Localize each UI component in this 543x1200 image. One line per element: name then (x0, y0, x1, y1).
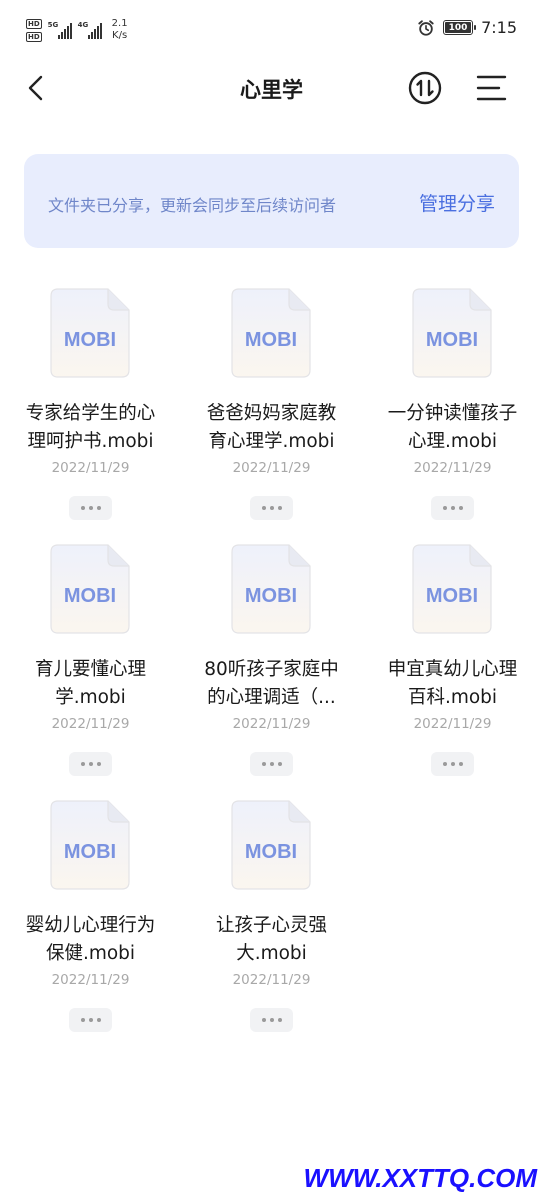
file-name: 婴幼儿心理行为 保健.mobi (6, 912, 175, 968)
file-type-label: MOBI (64, 841, 116, 863)
dot-icon (277, 1018, 282, 1022)
more-options-button[interactable] (431, 752, 474, 776)
mobi-file-icon: MOBI (231, 288, 311, 378)
file-date: 2022/11/29 (51, 460, 130, 476)
dot-icon (269, 506, 274, 510)
dot-icon (88, 762, 93, 766)
file-name-line1: 让孩子心灵强 (215, 915, 327, 936)
file-name: 专家给学生的心 理呵护书.mobi (6, 400, 175, 456)
file-date: 2022/11/29 (232, 972, 311, 988)
file-name-line2: 大.mobi (236, 943, 307, 964)
dot-icon (261, 762, 266, 766)
more-options-button[interactable] (69, 1008, 112, 1032)
more-options-button[interactable] (250, 752, 293, 776)
dot-icon (277, 506, 282, 510)
dot-icon (96, 1018, 101, 1022)
dot-icon (80, 506, 85, 510)
file-name-line2: 学.mobi (55, 687, 126, 708)
file-name-line2: 心理.mobi (407, 431, 498, 452)
file-date: 2022/11/29 (51, 972, 130, 988)
file-type-label: MOBI (245, 329, 297, 351)
mobi-file-icon: MOBI (412, 544, 492, 634)
mobi-file-icon: MOBI (231, 800, 311, 890)
dot-icon (261, 506, 266, 510)
dot-icon (269, 762, 274, 766)
file-card[interactable]: MOBI 爸爸妈妈家庭教 育心理学.mobi 2022/11/29 (181, 288, 362, 544)
dot-icon (442, 762, 447, 766)
file-card[interactable]: MOBI 育儿要懂心理 学.mobi 2022/11/29 (0, 544, 181, 800)
file-name-line2: 的心理调适（... (207, 687, 336, 708)
file-name: 让孩子心灵强 大.mobi (187, 912, 356, 968)
file-name: 爸爸妈妈家庭教 育心理学.mobi (187, 400, 356, 456)
dot-icon (96, 762, 101, 766)
dot-icon (458, 506, 463, 510)
more-options-button[interactable] (250, 496, 293, 520)
dot-icon (277, 762, 282, 766)
file-type-label: MOBI (64, 585, 116, 607)
dot-icon (96, 506, 101, 510)
file-name-line2: 育心理学.mobi (208, 431, 335, 452)
dot-icon (80, 1018, 85, 1022)
file-card[interactable]: MOBI 申宜真幼儿心理 百科.mobi 2022/11/29 (362, 544, 543, 800)
dot-icon (450, 506, 455, 510)
file-date: 2022/11/29 (232, 716, 311, 732)
dot-icon (442, 506, 447, 510)
file-type-label: MOBI (64, 329, 116, 351)
file-name-line1: 育儿要懂心理 (34, 659, 146, 680)
more-options-button[interactable] (69, 752, 112, 776)
more-options-button[interactable] (250, 1008, 293, 1032)
file-name: 80听孩子家庭中 的心理调适（... (187, 656, 356, 712)
file-card[interactable]: MOBI 一分钟读懂孩子 心理.mobi 2022/11/29 (362, 288, 543, 544)
file-name-line2: 理呵护书.mobi (27, 431, 154, 452)
dot-icon (80, 762, 85, 766)
file-name-line1: 爸爸妈妈家庭教 (206, 403, 337, 424)
more-options-button[interactable] (431, 496, 474, 520)
mobi-file-icon: MOBI (50, 544, 130, 634)
file-type-label: MOBI (245, 841, 297, 863)
file-date: 2022/11/29 (51, 716, 130, 732)
dot-icon (450, 762, 455, 766)
file-name-line1: 一分钟读懂孩子 (387, 403, 518, 424)
dot-icon (269, 1018, 274, 1022)
file-type-label: MOBI (426, 329, 478, 351)
file-card[interactable]: MOBI 专家给学生的心 理呵护书.mobi 2022/11/29 (0, 288, 181, 544)
more-options-button[interactable] (69, 496, 112, 520)
file-name-line1: 80听孩子家庭中 (204, 659, 339, 680)
dot-icon (88, 1018, 93, 1022)
file-name-line2: 保健.mobi (45, 943, 136, 964)
dot-icon (261, 1018, 266, 1022)
file-name-line2: 百科.mobi (407, 687, 498, 708)
dot-icon (458, 762, 463, 766)
file-name-line1: 婴幼儿心理行为 (25, 915, 156, 936)
file-name-line1: 专家给学生的心 (25, 403, 156, 424)
dot-icon (88, 506, 93, 510)
file-type-label: MOBI (426, 585, 478, 607)
file-date: 2022/11/29 (413, 460, 492, 476)
mobi-file-icon: MOBI (50, 288, 130, 378)
watermark: WWW.XXTTQ.COM (303, 1163, 537, 1193)
file-date: 2022/11/29 (232, 460, 311, 476)
mobi-file-icon: MOBI (412, 288, 492, 378)
mobi-file-icon: MOBI (231, 544, 311, 634)
file-card[interactable]: MOBI 婴幼儿心理行为 保健.mobi 2022/11/29 (0, 800, 181, 1056)
file-card[interactable]: MOBI 让孩子心灵强 大.mobi 2022/11/29 (181, 800, 362, 1056)
file-grid: MOBI 专家给学生的心 理呵护书.mobi 2022/11/29 MOBI 爸爸妈妈家庭… (0, 0, 543, 1100)
file-date: 2022/11/29 (413, 716, 492, 732)
mobi-file-icon: MOBI (50, 800, 130, 890)
file-name-line1: 申宜真幼儿心理 (387, 659, 518, 680)
file-name: 育儿要懂心理 学.mobi (6, 656, 175, 712)
file-type-label: MOBI (245, 585, 297, 607)
file-name: 申宜真幼儿心理 百科.mobi (368, 656, 537, 712)
file-name: 一分钟读懂孩子 心理.mobi (368, 400, 537, 456)
screen: HD HD 5G 4G 2.1 K/s 100 7:15 心里学 文件夹已分享，… (0, 0, 543, 1200)
file-card[interactable]: MOBI 80听孩子家庭中 的心理调适（... 2022/11/29 (181, 544, 362, 800)
